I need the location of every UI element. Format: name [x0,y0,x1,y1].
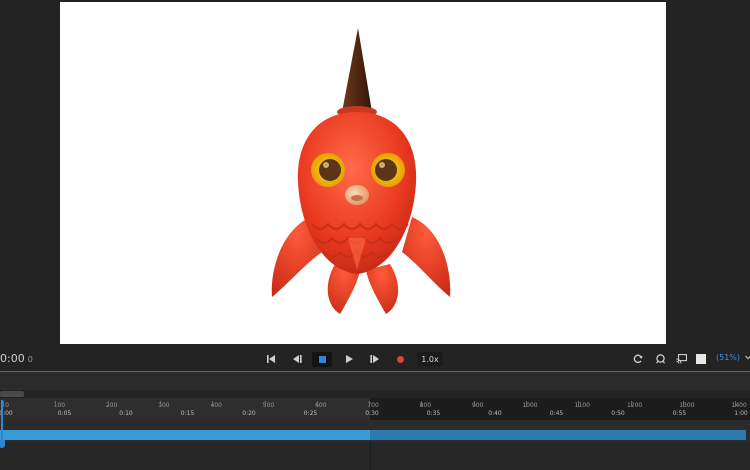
time-marker-label: 0:35 [426,410,441,417]
frame-tick [735,401,737,407]
work-area-end-line [370,442,371,470]
track-out-of-range [370,430,746,440]
frame-marker-label: 1400 [731,402,747,409]
frame-tick [264,401,266,407]
frame-marker-label: 1300 [679,402,695,409]
fish-character-image [271,28,451,314]
frame-tick [578,401,580,407]
time-marker-label: 0:45 [549,410,564,417]
record-button[interactable] [391,352,409,366]
stage-viewer [0,0,750,348]
frame-tick [630,401,632,407]
bounce-icon [655,354,665,364]
timeline-scrollbar[interactable] [0,390,750,398]
frame-tick [3,401,4,407]
time-marker-label: 0:20 [242,410,256,417]
layer-track[interactable] [0,430,746,440]
skip-start-icon [266,355,275,363]
frame-tick [369,401,371,407]
frame-tick [473,401,475,407]
play-button[interactable] [340,352,358,366]
timeline-lower [0,442,750,470]
frame-tick [107,401,109,407]
zoom-value: (51%) [716,353,741,362]
frame-tick [526,401,527,407]
step-forward-button[interactable] [365,352,383,366]
timeline-header [0,372,750,390]
timecode-display: 0:00 0 [0,352,33,365]
play-icon [345,355,353,363]
time-marker-label: 1:00 [734,410,748,417]
time-marker-label: 0:10 [119,410,133,417]
playback-speed[interactable]: 1.0x [417,352,443,366]
timeline-panel: 0 100 200 300 400 500 600 700 800 900 1000 1100 1200… [0,372,750,470]
frame-tick [682,401,684,407]
frame-marker-label: 0 [5,402,9,409]
time-marker-label: 0:30 [365,410,379,417]
timecode-value: 0:00 [0,352,25,365]
loop-button[interactable] [629,352,647,366]
time-marker-label: 0:55 [672,410,687,417]
time-marker-label: 0:15 [180,410,195,417]
frame-tick [212,401,214,407]
white-square-icon [696,354,706,364]
bounce-button[interactable] [651,352,669,366]
frame-tick [316,401,318,407]
cast-icon [675,354,687,364]
stop-button[interactable] [312,352,332,367]
step-back-icon [292,355,302,363]
transport-bar: 0:00 0 1.0x (51%) [0,348,750,372]
step-forward-icon [369,355,379,363]
zoom-level[interactable]: (51%) [716,353,750,362]
record-icon [396,355,404,363]
time-marker-label: 0:40 [488,410,502,417]
frame-tick [55,401,57,407]
cast-button[interactable] [672,352,690,366]
frame-tick [421,401,423,407]
stage-color-button[interactable] [692,352,710,366]
scrollbar-thumb[interactable] [0,391,24,397]
playhead-handle[interactable] [0,440,5,448]
loop-icon [633,354,643,364]
frame-marker-label: 1200 [626,402,643,409]
frame-marker-label: 1000 [522,402,538,409]
stage-canvas[interactable] [60,2,666,344]
time-marker-label: 0:05 [57,410,72,417]
step-back-button[interactable] [288,352,306,366]
frame-marker-label: 1100 [574,402,590,409]
frame-tick [159,401,161,407]
playhead[interactable] [0,400,5,448]
chevron-down-icon [744,355,750,360]
time-marker-label: 0:50 [611,410,625,417]
stop-icon [318,356,326,363]
go-to-start-button[interactable] [262,352,280,366]
time-marker-label: 0:25 [303,410,318,417]
frame-value: 0 [27,355,33,364]
